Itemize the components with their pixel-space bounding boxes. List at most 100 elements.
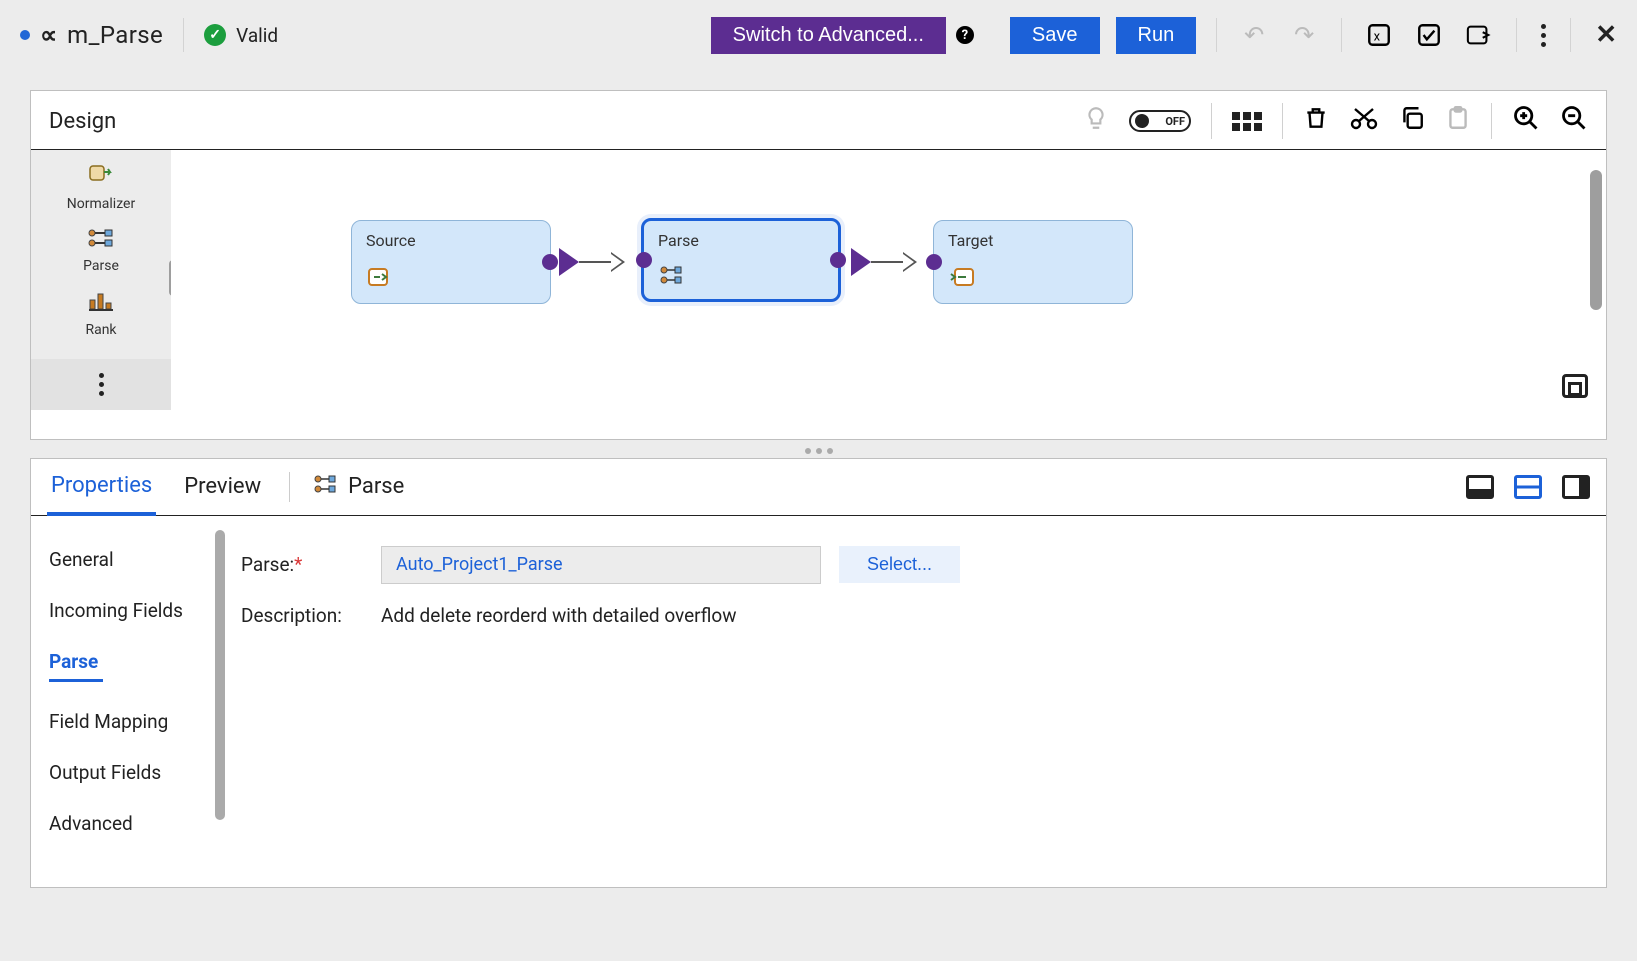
flow-arrow-icon — [851, 248, 871, 276]
undo-icon: ↶ — [1241, 22, 1267, 48]
description-value: Add delete reorderd with detailed overfl… — [381, 604, 737, 627]
copy-icon[interactable] — [1399, 105, 1425, 138]
arrowhead-icon — [611, 252, 625, 272]
divider — [1211, 103, 1212, 139]
node-title: Target — [948, 231, 1118, 250]
node-title: Source — [366, 231, 536, 250]
design-toolbar: OFF — [1083, 103, 1588, 139]
parse-asset-input[interactable]: Auto_Project1_Parse — [381, 546, 821, 584]
side-tab-field-mapping[interactable]: Field Mapping — [31, 696, 221, 747]
layout-split-icon[interactable] — [1514, 475, 1542, 499]
arrowhead-icon — [903, 252, 917, 272]
paste-icon — [1445, 105, 1471, 138]
node-source[interactable]: Source — [351, 220, 551, 304]
divider — [1570, 18, 1571, 52]
palette-label: Rank — [85, 322, 116, 338]
panel-splitter[interactable] — [30, 444, 1607, 458]
select-parse-button[interactable]: Select... — [839, 546, 960, 583]
design-canvas[interactable]: Source Parse — [171, 150, 1606, 410]
svg-text:x: x — [1374, 29, 1381, 44]
mapping-icon: ∝ — [40, 23, 57, 47]
run-button[interactable]: Run — [1116, 17, 1197, 54]
side-tab-incoming-fields[interactable]: Incoming Fields — [31, 585, 221, 636]
more-menu-icon[interactable] — [1541, 24, 1546, 47]
palette-label: Normalizer — [67, 196, 135, 212]
toggle-switch[interactable]: OFF — [1129, 110, 1191, 132]
selected-node-breadcrumb: Parse — [314, 474, 404, 499]
sql-preview-icon[interactable] — [1466, 22, 1492, 48]
palette-item-normalizer[interactable]: Normalizer — [67, 156, 135, 220]
switch-advanced-button[interactable]: Switch to Advanced... — [711, 17, 946, 54]
node-target[interactable]: Target — [933, 220, 1133, 304]
properties-side-tabs: General Incoming Fields Parse Field Mapp… — [31, 516, 221, 888]
app-header: ∝ m_Parse ✓ Valid Switch to Advanced... … — [0, 0, 1637, 70]
unsaved-indicator-dot — [20, 30, 30, 40]
selected-node-name: Parse — [348, 474, 404, 499]
divider — [1216, 18, 1217, 52]
canvas-scrollbar[interactable] — [1590, 170, 1602, 310]
zoom-out-icon[interactable] — [1560, 104, 1588, 139]
divider — [1341, 18, 1342, 52]
parse-node-icon — [660, 265, 684, 289]
tab-properties[interactable]: Properties — [47, 459, 156, 516]
validate-icon[interactable] — [1416, 22, 1442, 48]
input-port[interactable] — [636, 252, 652, 268]
parse-icon — [314, 474, 338, 499]
target-node-icon — [950, 268, 974, 293]
divider — [1516, 18, 1517, 52]
palette-more-icon[interactable] — [31, 359, 171, 410]
minimap-icon[interactable] — [1562, 374, 1588, 398]
layout-right-icon[interactable] — [1562, 475, 1590, 499]
side-tab-advanced[interactable]: Advanced — [31, 798, 221, 849]
toggle-label: OFF — [1165, 115, 1185, 128]
normalizer-icon — [88, 164, 114, 192]
output-port[interactable] — [542, 254, 558, 270]
connector-line — [579, 261, 613, 263]
properties-form: Parse:* Auto_Project1_Parse Select... De… — [221, 516, 1606, 888]
palette-label: Parse — [83, 258, 119, 274]
divider — [1491, 103, 1492, 139]
cut-icon[interactable] — [1349, 105, 1379, 138]
palette-item-parse[interactable]: Parse — [83, 220, 119, 282]
arrange-grid-icon[interactable] — [1232, 112, 1262, 131]
parse-field-label: Parse:* — [241, 553, 381, 576]
mapping-title: m_Parse — [67, 21, 163, 49]
layout-bottom-icon[interactable] — [1466, 475, 1494, 499]
node-title: Parse — [658, 231, 824, 250]
close-icon[interactable]: ✕ — [1595, 20, 1617, 50]
output-port[interactable] — [830, 252, 846, 268]
flow-arrow-icon — [559, 248, 579, 276]
hint-bulb-icon[interactable] — [1083, 105, 1109, 138]
transformation-palette: Normalizer Parse Rank — [31, 150, 171, 410]
zoom-in-icon[interactable] — [1512, 104, 1540, 139]
side-tab-output-fields[interactable]: Output Fields — [31, 747, 221, 798]
parse-asset-value: Auto_Project1_Parse — [396, 554, 563, 575]
parse-icon — [87, 228, 115, 254]
divider — [289, 472, 290, 502]
side-tab-general[interactable]: General — [31, 534, 221, 585]
palette-item-rank[interactable]: Rank — [85, 282, 116, 346]
advanced-help-icon[interactable]: ? — [956, 26, 974, 44]
valid-label: Valid — [236, 24, 278, 47]
redo-icon: ↷ — [1291, 22, 1317, 48]
description-label: Description: — [241, 604, 381, 627]
save-button[interactable]: Save — [1010, 17, 1100, 54]
design-panel: Design OFF — [30, 90, 1607, 440]
node-parse[interactable]: Parse — [641, 218, 841, 302]
side-scrollbar[interactable] — [215, 530, 225, 820]
validation-status[interactable]: ✓ Valid — [204, 24, 278, 47]
parameters-icon[interactable]: x — [1366, 22, 1392, 48]
divider — [183, 18, 184, 52]
connector-line — [871, 261, 905, 263]
tab-preview[interactable]: Preview — [180, 460, 265, 513]
properties-panel: Properties Preview Parse General Incom — [30, 458, 1607, 888]
source-node-icon — [368, 268, 392, 293]
delete-icon[interactable] — [1303, 105, 1329, 138]
valid-check-icon: ✓ — [204, 24, 226, 46]
divider — [1282, 103, 1283, 139]
design-title: Design — [49, 109, 116, 134]
rank-icon — [88, 290, 114, 318]
input-port[interactable] — [926, 254, 942, 270]
side-tab-parse[interactable]: Parse — [31, 636, 221, 696]
toggle-dot-icon — [1135, 114, 1149, 128]
